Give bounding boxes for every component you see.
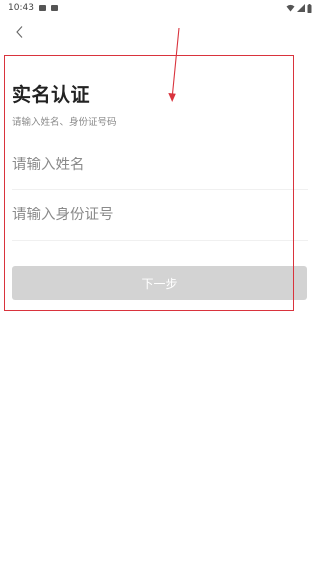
status-time: 10:43 — [8, 3, 34, 13]
page-title: 实名认证 — [12, 84, 91, 106]
id-number-input[interactable] — [12, 207, 308, 223]
notification-icon — [50, 5, 58, 11]
status-right — [286, 3, 312, 13]
wifi-icon — [286, 4, 295, 12]
page-subtitle: 请输入姓名、身份证号码 — [12, 117, 117, 128]
signal-icon — [297, 4, 305, 12]
divider — [12, 240, 308, 241]
back-button[interactable] — [11, 23, 29, 41]
image-icon — [38, 5, 46, 11]
status-left: 10:43 — [8, 3, 58, 13]
name-input[interactable] — [12, 157, 308, 173]
next-step-button[interactable]: 下一步 — [12, 266, 307, 300]
battery-icon — [307, 3, 312, 13]
status-bar: 10:43 — [0, 0, 320, 16]
id-number-field[interactable] — [12, 198, 308, 232]
divider — [12, 189, 308, 190]
screen: 10:43 实名认证 请输入姓名、身份证号码 请输入姓名 请输入身份证号 下一步 — [0, 0, 320, 568]
chevron-left-icon — [16, 26, 23, 38]
name-field[interactable] — [12, 148, 308, 182]
